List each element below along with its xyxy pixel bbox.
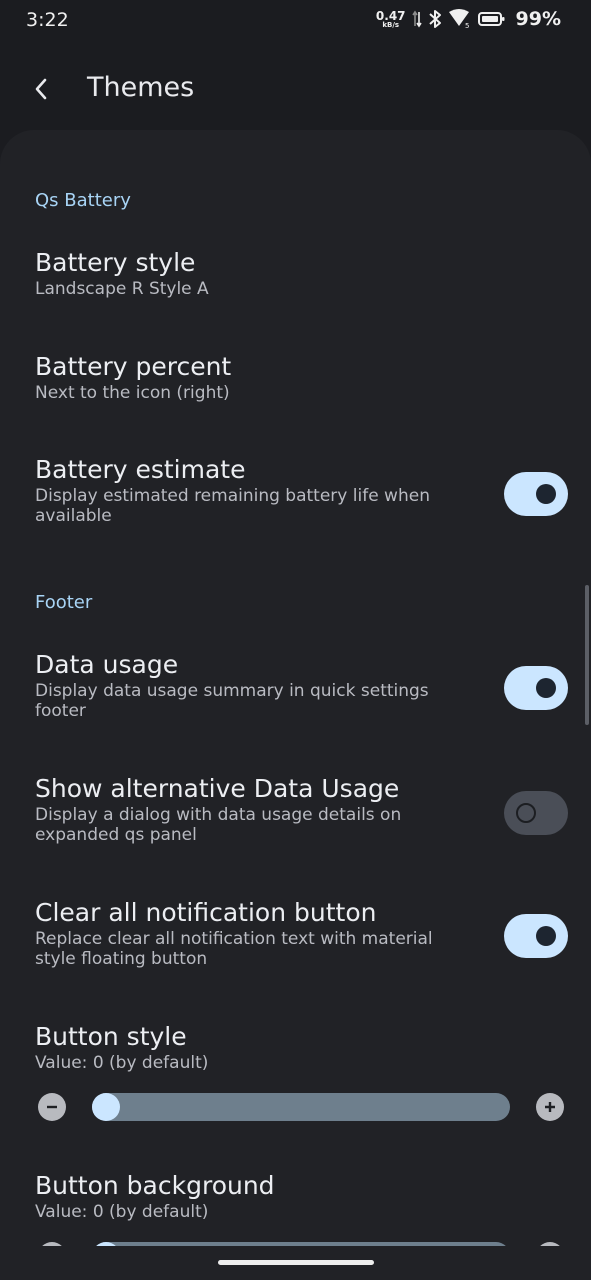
pref-summary: Value: 0 (by default) [35,1053,209,1073]
button-style-slider [0,1093,591,1123]
settings-list: Qs Battery Battery style Landscape R Sty… [0,130,591,1280]
pref-button-style: Button style Value: 0 (by default) [35,1022,465,1073]
pref-alt-data-usage[interactable]: Show alternative Data Usage Display a di… [35,774,465,845]
pref-summary: Display data usage summary in quick sett… [35,681,429,721]
pref-title: Clear all notification button [35,898,377,927]
pref-summary: Landscape R Style A [35,279,209,299]
back-arrow-icon [35,78,47,100]
pref-battery-percent[interactable]: Battery percent Next to the icon (right) [35,352,465,403]
pref-title: Button background [35,1171,275,1200]
network-speed-unit: kB/s [382,20,400,29]
scrollbar[interactable] [585,585,589,725]
toggle-knob [536,678,556,698]
pref-title: Battery style [35,248,196,277]
battery-icon [477,11,506,27]
toggle-knob [536,484,556,504]
back-button[interactable] [24,72,58,106]
battery-percentage: 99% [515,8,561,30]
pref-summary: Value: 0 (by default) [35,1202,209,1222]
pref-summary: Next to the icon (right) [35,383,230,403]
pref-summary: Display estimated remaining battery life… [35,486,430,526]
app-bar: Themes [0,60,591,118]
section-header-qs-battery: Qs Battery [35,190,131,211]
bluetooth-icon [428,9,442,29]
battery-estimate-toggle[interactable] [504,472,568,516]
status-icons: 0.47 kB/s 5 99% [376,8,561,30]
increment-button[interactable] [536,1242,564,1246]
pref-battery-style[interactable]: Battery style Landscape R Style A [35,248,465,299]
toggle-knob [516,803,536,823]
pref-summary: Display a dialog with data usage details… [35,805,402,845]
pref-title: Button style [35,1022,187,1051]
data-usage-toggle[interactable] [504,666,568,710]
page-title: Themes [87,72,195,103]
toggle-knob [536,926,556,946]
pref-title: Battery estimate [35,455,246,484]
status-bar: 3:22 0.47 kB/s 5 99% [0,0,591,44]
pref-title: Battery percent [35,352,232,381]
network-speed: 0.47 kB/s [376,10,406,29]
increment-button[interactable] [536,1093,564,1121]
slider-track[interactable] [92,1242,510,1246]
pref-title: Show alternative Data Usage [35,774,400,803]
svg-text:5: 5 [465,22,469,29]
status-time: 3:22 [26,9,69,31]
pref-clear-all-button[interactable]: Clear all notification button Replace cl… [35,898,465,969]
button-background-slider [0,1242,591,1246]
gesture-nav-handle[interactable] [218,1260,374,1265]
pref-battery-estimate[interactable]: Battery estimate Display estimated remai… [35,455,465,526]
slider-thumb[interactable] [92,1093,120,1121]
clear-all-button-toggle[interactable] [504,914,568,958]
slider-thumb[interactable] [92,1242,120,1246]
network-speed-value: 0.47 [375,8,406,23]
decrement-button[interactable] [38,1093,66,1121]
alt-data-usage-toggle[interactable] [504,791,568,835]
slider-track[interactable] [92,1093,510,1121]
pref-data-usage[interactable]: Data usage Display data usage summary in… [35,650,465,721]
minus-icon [47,1105,57,1109]
pref-summary: Replace clear all notification text with… [35,929,433,969]
pref-button-background: Button background Value: 0 (by default) [35,1171,465,1222]
decrement-button[interactable] [38,1242,66,1246]
plus-icon [545,1102,555,1112]
pref-title: Data usage [35,650,179,679]
section-header-footer: Footer [35,592,93,613]
wifi-icon: 5 [448,9,472,29]
data-arrows-icon [411,10,422,28]
